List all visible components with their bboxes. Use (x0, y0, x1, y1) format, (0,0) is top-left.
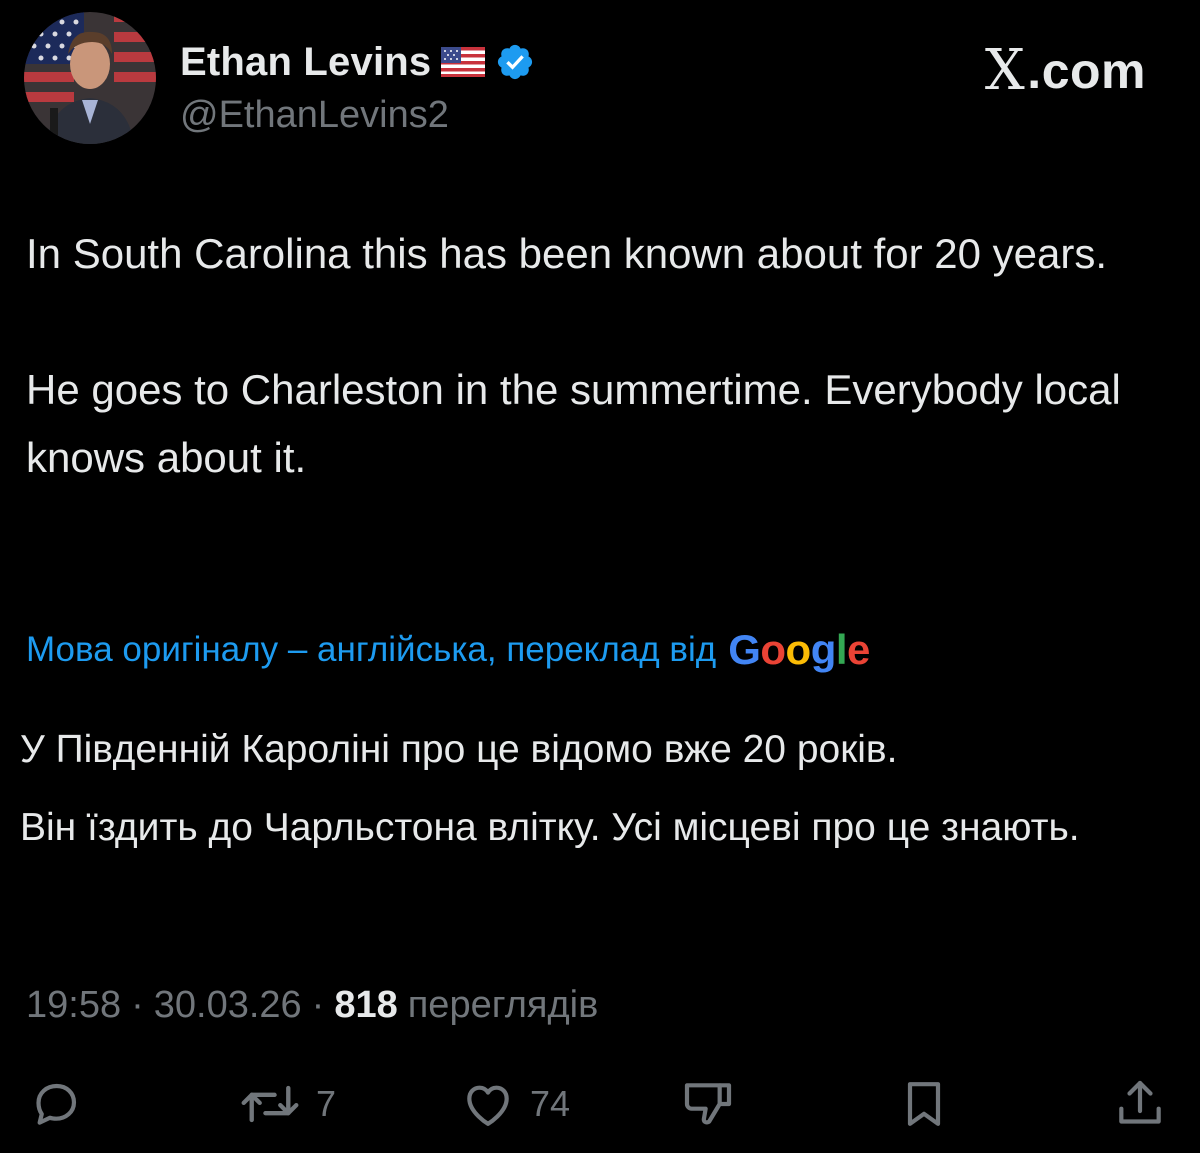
tweet-time[interactable]: 19:58 (26, 984, 121, 1027)
author-name-row: Ethan Levins (180, 36, 535, 88)
translation-notice[interactable]: Мова оригіналу – англійська, переклад ві… (26, 626, 870, 674)
translated-paragraph: У Південній Кароліні про це відомо вже 2… (20, 728, 898, 771)
views-label: переглядів (407, 984, 599, 1026)
tweet-meta: 19:58 · 30.03.26 · 818 переглядів (26, 984, 598, 1027)
meta-separator: · (131, 984, 144, 1026)
action-bar: 7 74 (24, 1072, 1176, 1136)
verified-badge-icon[interactable] (495, 42, 535, 82)
tweet-paragraph: He goes to Charleston in the summertime.… (26, 366, 1121, 481)
dislike-button[interactable] (680, 1072, 750, 1136)
us-flag-icon (441, 47, 486, 77)
like-count: 74 (530, 1083, 571, 1124)
repost-icon (238, 1076, 302, 1132)
tweet-text: In South Carolina this has been known ab… (26, 220, 1176, 492)
avatar[interactable] (24, 12, 156, 144)
reply-button[interactable] (28, 1072, 98, 1136)
share-button[interactable] (1112, 1072, 1182, 1136)
like-button[interactable]: 74 (460, 1072, 570, 1136)
x-logo-icon: X (984, 38, 1026, 103)
author-handle[interactable]: @EthanLevins2 (180, 94, 449, 137)
meta-separator: · (311, 984, 325, 1026)
tweet-date[interactable]: 30.03.26 (154, 984, 302, 1027)
share-icon (1112, 1076, 1168, 1132)
site-label: com (1041, 42, 1146, 99)
repost-count: 7 (316, 1083, 337, 1124)
repost-button[interactable]: 7 (238, 1072, 336, 1136)
translation-notice-text: Мова оригіналу – англійська, переклад ві… (26, 630, 717, 669)
author-display-name[interactable]: Ethan Levins (180, 40, 431, 85)
bookmark-icon (896, 1076, 952, 1132)
reply-icon (28, 1076, 84, 1132)
views-count: 818 (334, 984, 398, 1026)
thumbs-down-icon (680, 1076, 736, 1132)
translated-paragraph: Він їздить до Чарльстона влітку. Усі міс… (20, 806, 1080, 849)
site-label-dot: . (1027, 42, 1042, 99)
avatar-image (24, 12, 156, 144)
bookmark-button[interactable] (896, 1072, 966, 1136)
tweet-header: Ethan Levins @EthanLevins2 X . com (24, 12, 1176, 144)
tweet-paragraph: In South Carolina this has been known ab… (26, 230, 1108, 277)
heart-icon (460, 1076, 516, 1132)
google-logo: Google (728, 626, 870, 673)
site-logo: X. com (985, 38, 1146, 103)
translated-text: У Південній Кароліні про це відомо вже 2… (20, 722, 1170, 856)
